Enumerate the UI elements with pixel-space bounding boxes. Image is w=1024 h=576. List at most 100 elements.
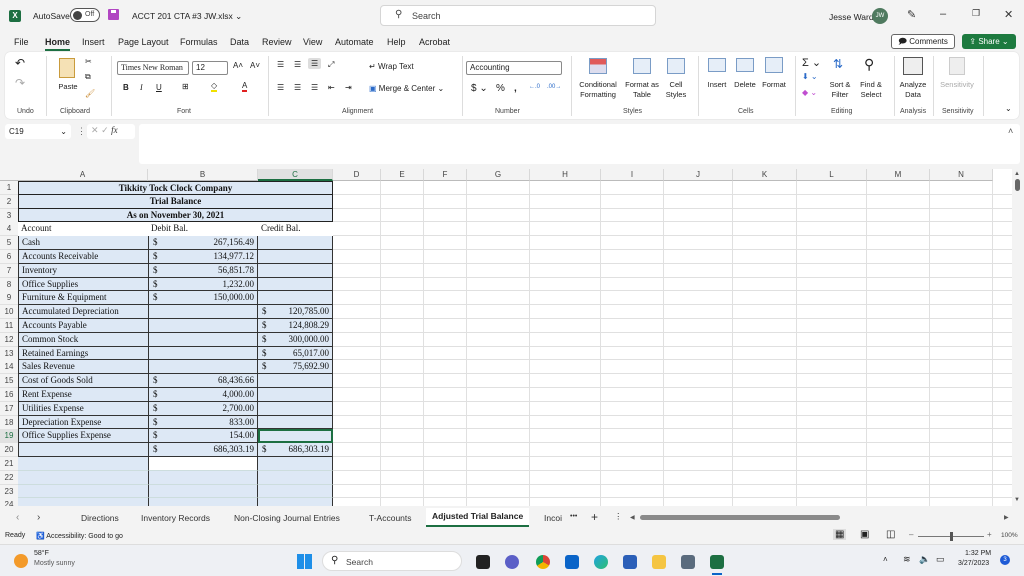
volume-icon[interactable]: 🔈	[919, 554, 930, 565]
minimize-icon[interactable]: –	[940, 8, 946, 20]
fill-color-icon[interactable]: ◇	[211, 81, 218, 92]
row-header-18[interactable]: 18	[0, 415, 18, 430]
debit-cell[interactable]	[148, 346, 258, 361]
empty-cell[interactable]	[258, 498, 333, 506]
column-header-l[interactable]: L	[797, 169, 867, 181]
task-view-icon[interactable]	[476, 555, 490, 569]
credit-cell[interactable]	[258, 415, 333, 430]
row-header-5[interactable]: 5	[0, 236, 18, 251]
row-header-19[interactable]: 19	[0, 429, 18, 444]
file-explorer-icon[interactable]	[652, 555, 666, 569]
add-sheet-button[interactable]: +	[591, 510, 598, 524]
sheet-tab-non-closing-journal-entries[interactable]: Non-Closing Journal Entries	[234, 513, 340, 523]
scroll-down-icon[interactable]: ▼	[1014, 497, 1020, 503]
decrease-decimal-icon[interactable]: .00→	[547, 84, 561, 90]
word-icon[interactable]	[623, 555, 637, 569]
column-header-j[interactable]: J	[664, 169, 733, 181]
weather-icon[interactable]	[14, 554, 28, 568]
account-cell[interactable]: Cash	[18, 236, 148, 250]
credit-cell[interactable]	[258, 263, 333, 278]
chrome-icon[interactable]	[536, 555, 550, 569]
account-cell[interactable]: Office Supplies	[18, 277, 148, 292]
more-sheets-icon[interactable]: •••	[570, 513, 577, 520]
underline-button[interactable]: U	[156, 83, 162, 92]
decrease-font-icon[interactable]: A˅	[250, 61, 260, 70]
number-format-select[interactable]: Accounting	[466, 61, 562, 75]
collapse-ribbon-icon[interactable]: ⌄	[1005, 104, 1012, 113]
credit-cell[interactable]: $75,692.90	[258, 360, 333, 375]
sheet-tab-t-accounts[interactable]: T-Accounts	[369, 513, 412, 523]
format-painter-icon[interactable]: 🖌	[85, 89, 95, 98]
tab-file[interactable]: File	[14, 37, 29, 47]
tab-review[interactable]: Review	[262, 37, 292, 47]
column-header-n[interactable]: N	[930, 169, 993, 181]
normal-view-icon[interactable]: ▦	[833, 529, 847, 540]
name-box[interactable]: C19 ⌄	[5, 124, 71, 139]
debit-cell[interactable]: $134,977.12	[148, 250, 258, 264]
scroll-left-icon[interactable]: ◀	[630, 514, 635, 521]
share-button[interactable]: ⇪ Share ⌄	[962, 34, 1016, 49]
row-header-3[interactable]: 3	[0, 208, 18, 223]
column-header-k[interactable]: K	[733, 169, 797, 181]
column-header-d[interactable]: D	[333, 169, 381, 181]
italic-button[interactable]: I	[140, 83, 143, 92]
taskbar-search[interactable]: ⚲ Search	[322, 551, 462, 571]
empty-cell[interactable]	[148, 470, 258, 485]
borders-icon[interactable]: ⊞	[182, 82, 189, 91]
paste-icon[interactable]	[59, 58, 75, 78]
header-account[interactable]: Account	[18, 222, 148, 237]
row-header-2[interactable]: 2	[0, 194, 18, 209]
page-layout-view-icon[interactable]: ▣	[860, 529, 869, 540]
formula-input[interactable]	[139, 124, 1020, 164]
account-cell[interactable]: Common Stock	[18, 332, 148, 347]
empty-cell[interactable]	[18, 498, 148, 506]
account-cell[interactable]: Office Supplies Expense	[18, 429, 148, 444]
increase-decimal-icon[interactable]: ←.0	[529, 84, 540, 90]
row-header-12[interactable]: 12	[0, 332, 18, 347]
windows-start-icon[interactable]	[297, 554, 312, 569]
header-credit[interactable]: Credit Bal.	[258, 222, 333, 237]
row-header-23[interactable]: 23	[0, 484, 18, 499]
pen-icon[interactable]: ✎	[907, 8, 916, 21]
align-top-icon[interactable]: ☰	[277, 60, 284, 69]
credit-cell[interactable]	[258, 401, 333, 416]
sort-filter-button[interactable]: Sort & Filter	[825, 80, 855, 100]
outlook-icon[interactable]	[565, 555, 579, 569]
calculator-icon[interactable]	[681, 555, 695, 569]
debit-cell[interactable]: $1,232.00	[148, 277, 258, 292]
row-header-7[interactable]: 7	[0, 263, 18, 278]
find-select-button[interactable]: Find & Select	[856, 80, 886, 100]
debit-cell[interactable]: $150,000.00	[148, 291, 258, 306]
debit-cell[interactable]: $56,851.78	[148, 263, 258, 278]
search-box[interactable]: ⚲ Search	[380, 5, 656, 26]
close-icon[interactable]: ✕	[1004, 8, 1013, 21]
debit-cell[interactable]: $833.00	[148, 415, 258, 430]
outdent-icon[interactable]: ⇥	[345, 83, 352, 92]
column-header-f[interactable]: F	[424, 169, 467, 181]
more-options-icon[interactable]: ⋮	[77, 126, 86, 137]
tab-help[interactable]: Help	[387, 37, 406, 47]
tab-page-layout[interactable]: Page Layout	[118, 37, 169, 47]
row-header-17[interactable]: 17	[0, 401, 18, 416]
tab-formulas[interactable]: Formulas	[180, 37, 218, 47]
selected-cell[interactable]	[258, 429, 333, 444]
row-header-22[interactable]: 22	[0, 470, 18, 485]
debit-cell[interactable]: $686,303.19	[148, 443, 258, 457]
empty-cell[interactable]	[18, 457, 148, 471]
sheet-tab-inventory-records[interactable]: Inventory Records	[141, 513, 210, 523]
merge-center-button[interactable]: ▣ Merge & Center ⌄	[369, 84, 444, 93]
comma-icon[interactable]: ,	[514, 83, 517, 94]
redo-icon[interactable]: ↷	[15, 76, 25, 90]
copy-icon[interactable]: ⧉	[85, 72, 91, 82]
credit-cell[interactable]: $124,808.29	[258, 319, 333, 333]
sheet-tab-income[interactable]: Incoi	[544, 513, 562, 523]
delete-button[interactable]: Delete	[731, 80, 759, 90]
wrap-text-button[interactable]: ↵ Wrap Text	[369, 62, 414, 71]
column-header-i[interactable]: I	[601, 169, 664, 181]
accessibility-status[interactable]: ♿ Accessibility: Good to go	[36, 532, 123, 540]
row-header-16[interactable]: 16	[0, 388, 18, 402]
column-header-e[interactable]: E	[381, 169, 424, 181]
font-size-select[interactable]: 12	[192, 61, 228, 75]
vertical-scroll-thumb[interactable]	[1015, 179, 1020, 191]
row-header-1[interactable]: 1	[0, 181, 18, 195]
